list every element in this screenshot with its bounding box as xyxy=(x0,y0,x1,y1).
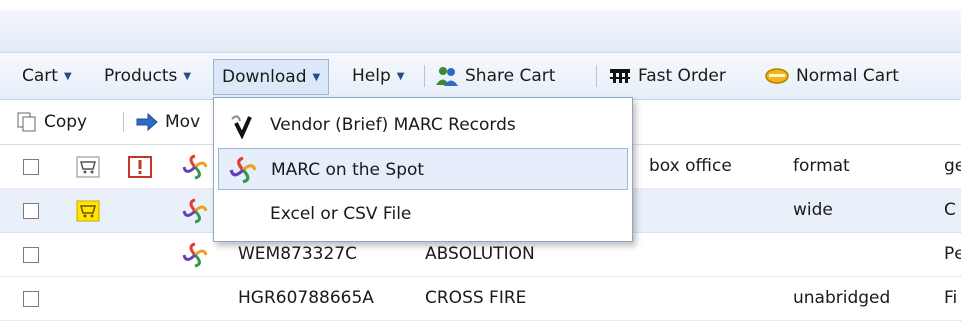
menu-item-label: Vendor (Brief) MARC Records xyxy=(270,115,516,135)
normal-cart-label: Normal Cart xyxy=(796,66,899,86)
menu-download[interactable]: Download ▼ xyxy=(213,59,330,95)
download-dropdown-menu: Vendor (Brief) MARC Records MARC on the … xyxy=(213,97,633,242)
column-header-genre[interactable]: gе xyxy=(944,145,961,188)
chevron-down-icon: ▼ xyxy=(312,72,321,83)
menu-item-excel-csv[interactable]: Excel or CSV File xyxy=(218,193,628,235)
menu-cart-label: Cart xyxy=(22,66,58,86)
row-checkbox[interactable] xyxy=(23,203,39,219)
menu-item-marc-on-the-spot[interactable]: MARC on the Spot xyxy=(218,148,628,190)
share-cart-label: Share Cart xyxy=(465,66,556,86)
select-all-checkbox[interactable] xyxy=(23,159,39,175)
menu-download-label: Download xyxy=(222,67,307,87)
fast-cart-icon xyxy=(610,69,630,83)
menu-help[interactable]: Help ▼ xyxy=(352,53,404,99)
normal-cart-button[interactable]: Normal Cart xyxy=(764,53,899,99)
menu-help-label: Help xyxy=(352,66,391,86)
menu-divider xyxy=(596,65,597,87)
copy-button[interactable]: Copy xyxy=(16,110,87,134)
menu-products[interactable]: Products ▼ xyxy=(104,53,191,99)
blank-icon xyxy=(228,200,256,228)
marc-swirl-icon xyxy=(229,156,257,184)
cell-format: wide xyxy=(793,200,833,220)
vendor-v-icon xyxy=(231,115,252,139)
chevron-down-icon: ▼ xyxy=(396,71,405,82)
share-cart-button[interactable]: Share Cart xyxy=(435,53,555,99)
menu-divider xyxy=(424,65,425,87)
people-icon xyxy=(436,67,458,86)
move-button[interactable]: Mov xyxy=(135,110,200,134)
cell-genre: Pе xyxy=(944,244,961,264)
column-header-box-office[interactable]: box office xyxy=(649,145,732,188)
chevron-down-icon: ▼ xyxy=(63,71,72,82)
fast-order-button[interactable]: Fast Order xyxy=(608,53,726,99)
in-cart-icon xyxy=(76,200,100,222)
marc-swirl-icon xyxy=(182,242,208,268)
marc-swirl-icon xyxy=(182,154,208,180)
toolbar-divider xyxy=(123,112,124,132)
row-checkbox[interactable] xyxy=(23,247,39,263)
row-checkbox[interactable] xyxy=(23,291,39,307)
column-header-format[interactable]: format xyxy=(793,145,850,188)
cell-format: unabridged xyxy=(793,288,891,308)
copy-label: Copy xyxy=(44,112,88,132)
alert-icon xyxy=(128,156,152,178)
menu-products-label: Products xyxy=(104,66,178,86)
copy-icon xyxy=(17,112,36,132)
menu-item-vendor-marc[interactable]: Vendor (Brief) MARC Records xyxy=(218,104,628,146)
arrow-right-icon xyxy=(136,112,158,132)
cell-genre: Fi xyxy=(944,288,958,308)
menu-item-label: Excel or CSV File xyxy=(270,204,412,224)
menu-item-label: MARC on the Spot xyxy=(271,160,425,180)
move-label: Mov xyxy=(165,112,201,132)
cell-genre: C xyxy=(944,200,956,220)
chevron-down-icon: ▼ xyxy=(183,71,192,82)
header-strip xyxy=(0,10,961,53)
menu-cart[interactable]: Cart ▼ xyxy=(22,53,72,99)
cell-id: HGR60788665A xyxy=(238,288,374,308)
cart-icon xyxy=(765,68,789,84)
marc-swirl-icon xyxy=(182,198,208,224)
cart-column-icon xyxy=(76,156,100,178)
menubar: Cart ▼ Products ▼ Download ▼ Help ▼ Share Ca… xyxy=(0,53,961,100)
cell-title: CROSS FIRE xyxy=(425,288,527,308)
fast-order-label: Fast Order xyxy=(638,66,726,86)
table-row[interactable]: HGR60788665A CROSS FIRE unabridged Fi xyxy=(0,277,961,321)
window-top-frame xyxy=(0,0,961,10)
